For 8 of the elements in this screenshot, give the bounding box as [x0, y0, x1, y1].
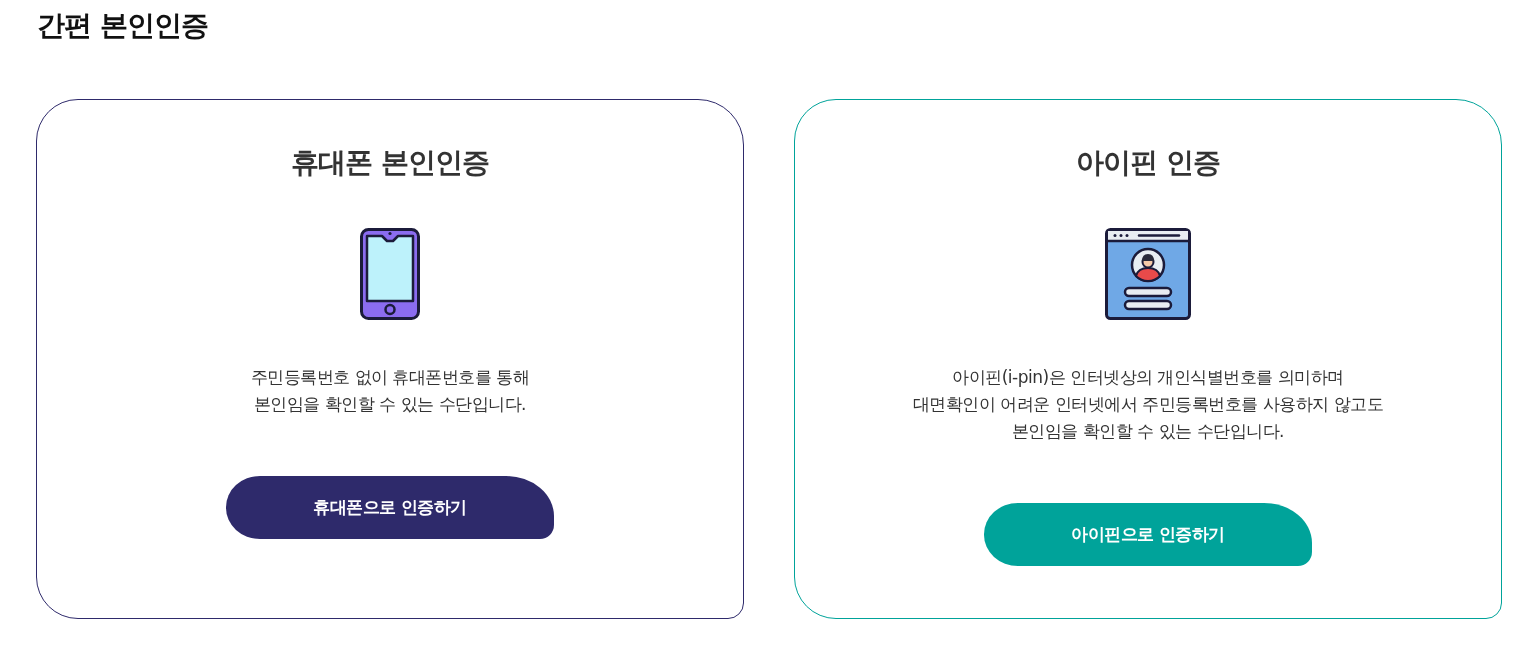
card-title: 휴대폰 본인인증 [291, 146, 489, 180]
profile-window-icon [1105, 228, 1191, 320]
card-description: 아이핀(i-pin)은 인터넷상의 개인식별번호를 의미하며 대면확인이 어려운 인터넷에서 주민등록번호를 사용하지 않고도 본인임을 확인할 수 있는 수단입니다. [913, 366, 1383, 443]
smartphone-icon [360, 228, 420, 320]
card-description: 주민등록번호 없이 휴대폰번호를 통해 본인임을 확인할 수 있는 수단입니다. [250, 366, 530, 416]
verify-button[interactable]: 휴대폰으로 인증하기 [226, 476, 554, 539]
card-title: 아이핀 인증 [1076, 146, 1220, 180]
page-title: 간편 본인인증 [37, 8, 208, 44]
